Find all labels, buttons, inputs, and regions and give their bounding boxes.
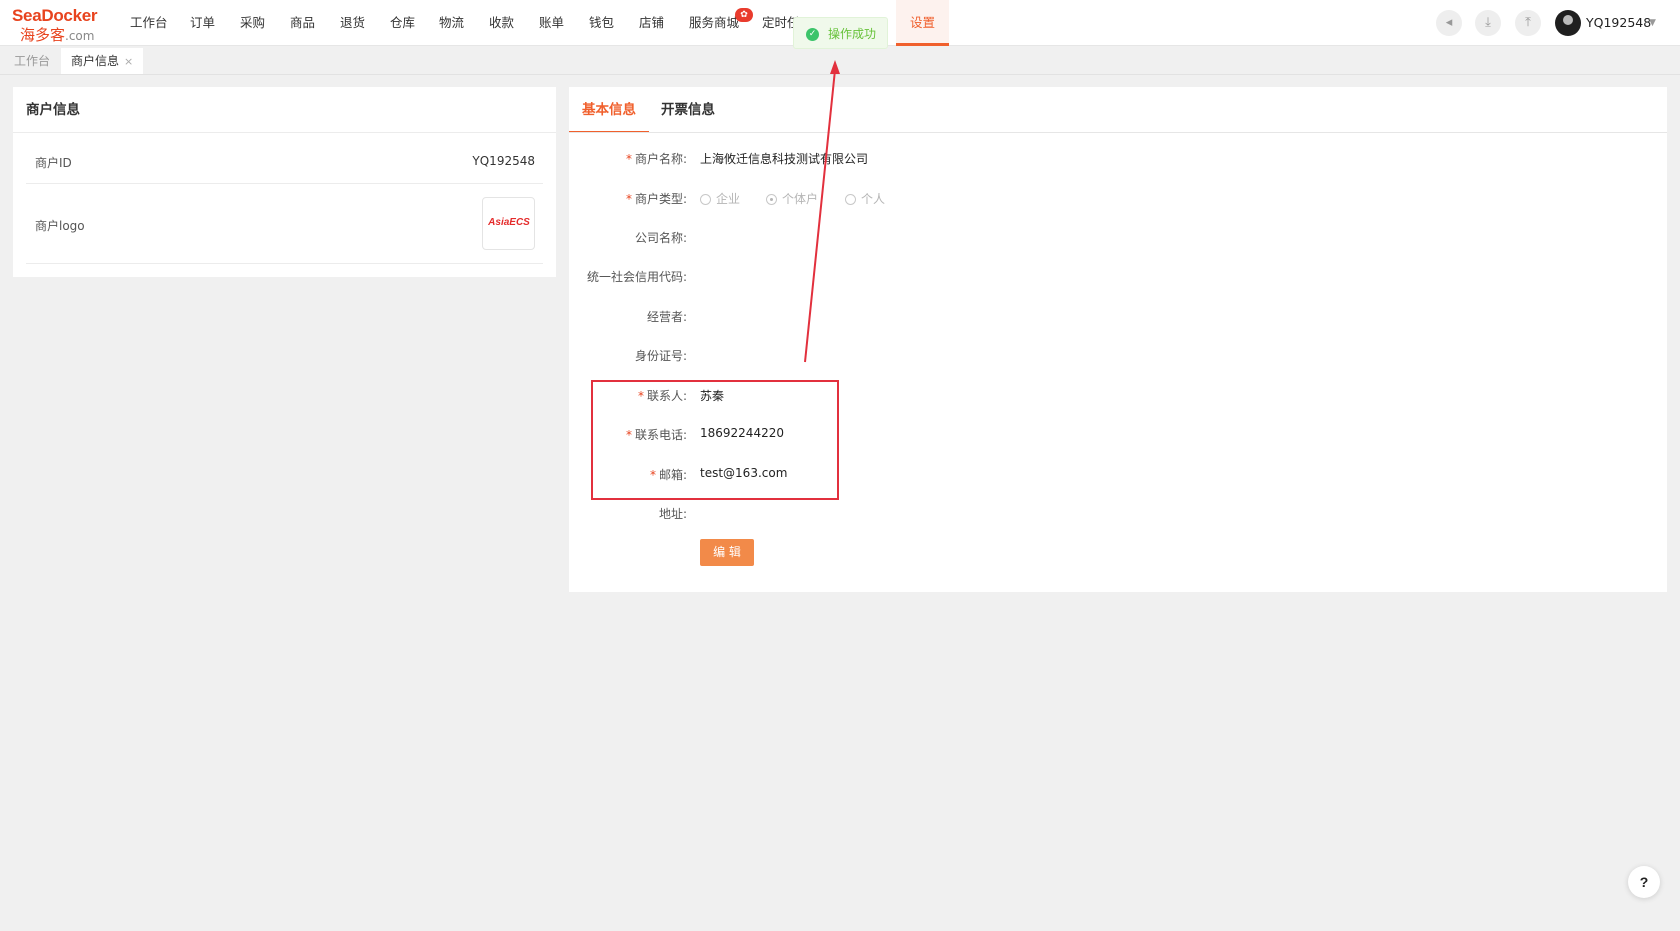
radio-icon [700,194,711,205]
card-title: 商户信息 [26,102,80,118]
page-tab-workbench[interactable]: 工作台 [4,48,60,74]
nav-item-orders[interactable]: 订单 [190,0,215,46]
nav-item-wallet[interactable]: 钱包 [589,0,614,46]
address-label: 地址: [658,507,687,521]
divider [13,132,556,133]
nav-item-purchase[interactable]: 采购 [240,0,265,46]
annotation-highlight-box [591,380,839,500]
merchant-type-radio-personal[interactable]: 个人 [845,190,885,207]
credit-code-label: 统一社会信用代码: [586,270,687,284]
merchant-logo-text: AsiaECS [488,217,530,228]
radio-icon [766,194,777,205]
avatar[interactable] [1555,10,1581,36]
brand-name-cn: 海多客.com [20,26,95,44]
merchant-id-value: YQ192548 [472,154,535,168]
page-tab-label: 工作台 [14,54,51,68]
merchant-name-value: 上海攸迁信息科技测试有限公司 [700,152,869,166]
edit-button[interactable]: 编 辑 [700,539,754,566]
merchant-logo-label: 商户logo [35,219,85,233]
nav-item-stores[interactable]: 店铺 [639,0,664,46]
company-name-label: 公司名称: [634,231,687,245]
nav-item-products[interactable]: 商品 [290,0,315,46]
radio-icon [845,194,856,205]
toast-message: 操作成功 [828,27,877,41]
nav-item-settings[interactable]: 设置 [896,0,950,46]
nav-item-collections[interactable]: 收款 [489,0,514,46]
check-circle-icon: ✓ [806,28,819,41]
page-tabs-bar: 工作台 商户信息 × [0,46,1680,75]
merchant-type-label: * 商户类型: [625,192,687,206]
nav-item-returns[interactable]: 退货 [340,0,365,46]
merchant-logo-image: AsiaECS [482,197,535,250]
nav-item-workbench[interactable]: 工作台 [130,0,168,46]
merchant-name-label: * 商户名称: [625,152,687,166]
divider [26,183,543,184]
megaphone-icon[interactable]: ◂ [1436,10,1462,36]
download-icon[interactable]: ⤓ [1475,10,1501,36]
help-button[interactable]: ? [1628,866,1660,898]
nav-item-logistics[interactable]: 物流 [439,0,464,46]
page-tab-label: 商户信息 [71,54,120,68]
divider [26,263,543,264]
nav-item-service-mall[interactable]: 服务商城 ✿ [689,0,754,46]
username[interactable]: YQ192548 [1586,0,1651,46]
page-tab-merchant-info[interactable]: 商户信息 × [61,48,144,74]
brand-logo[interactable]: SeaDocker 海多客.com [12,6,102,44]
nav-item-bills[interactable]: 账单 [539,0,564,46]
brand-name-en: SeaDocker [12,6,98,25]
nav-item-warehouse[interactable]: 仓库 [390,0,415,46]
gift-icon: ✿ [735,8,754,22]
chevron-down-icon[interactable]: ▼ [1649,18,1656,28]
success-toast: ✓ 操作成功 [793,17,888,49]
id-number-label: 身份证号: [634,349,687,363]
tab-basic-info[interactable]: 基本信息 [569,87,649,133]
operator-label: 经营者: [646,310,687,324]
merchant-id-label: 商户ID [35,156,72,170]
close-icon[interactable]: × [124,55,133,68]
nav-item-service-mall-label: 服务商城 [689,15,740,30]
tabs-divider [569,132,1667,133]
merchant-type-radio-enterprise[interactable]: 企业 [700,190,740,207]
tab-invoice-info[interactable]: 开票信息 [661,87,715,133]
merchant-type-radio-individual-business[interactable]: 个体户 [766,190,818,207]
upload-icon[interactable]: ⤒ [1515,10,1541,36]
merchant-info-card: 商户信息 商户ID YQ192548 商户logo AsiaECS [13,87,556,277]
